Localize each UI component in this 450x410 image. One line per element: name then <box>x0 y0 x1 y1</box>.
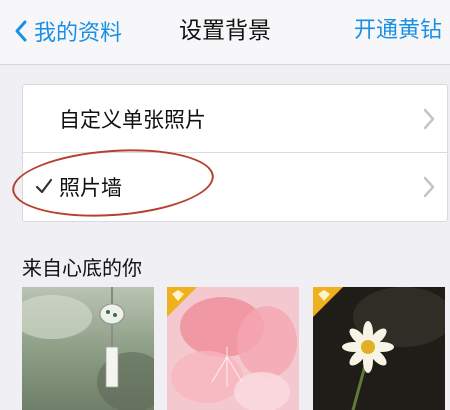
activate-yellow-diamond-button[interactable]: 开通黄钻 <box>354 14 442 48</box>
option-label: 自定义单张照片 <box>59 107 206 132</box>
background-thumbnail-daisy[interactable] <box>313 287 445 410</box>
chevron-right-icon <box>423 176 435 197</box>
background-thumbnail-pink-petals[interactable] <box>167 287 299 410</box>
section-title: 来自心底的你 <box>22 256 142 280</box>
option-row-custom-photo[interactable]: 自定义单张照片 <box>23 85 447 153</box>
navigation-bar: 我的资料 设置背景 开通黄钻 <box>0 0 450 65</box>
diamond-icon <box>313 287 343 317</box>
background-thumbnail-wind-chime[interactable] <box>22 287 154 410</box>
chevron-right-icon <box>423 108 435 129</box>
diamond-icon <box>167 287 197 317</box>
